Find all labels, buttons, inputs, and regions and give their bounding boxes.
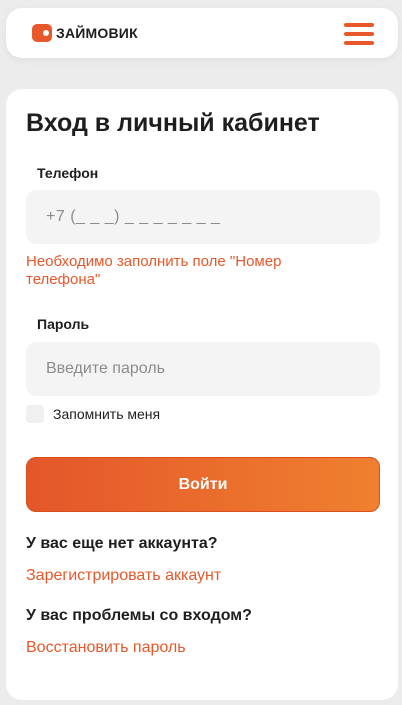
phone-mask: +7 (_ _ _) _ _ _ _ _ _ _ [46, 208, 221, 225]
phone-error-message: Необходимо заполнить поле "Номер телефон… [26, 253, 282, 288]
password-label: Пароль [37, 316, 90, 332]
login-card: Вход в личный кабинет Телефон +7 (_ _ _)… [6, 89, 398, 700]
restore-password-link[interactable]: Восстановить пароль [26, 639, 186, 657]
remember-checkbox[interactable] [26, 405, 44, 423]
menu-icon-line [344, 23, 374, 27]
site-header: ЗАЙМОВИК [6, 8, 398, 58]
login-problems-question: У вас проблемы со входом? [26, 607, 252, 624]
no-account-question: У вас еще нет аккаунта? [26, 535, 218, 552]
logo-icon [32, 24, 52, 42]
menu-icon[interactable] [344, 23, 374, 45]
menu-icon-line [344, 41, 374, 45]
phone-input[interactable]: +7 (_ _ _) _ _ _ _ _ _ _ [26, 190, 380, 244]
login-button[interactable]: Войти [26, 457, 380, 512]
logo[interactable]: ЗАЙМОВИК [32, 23, 138, 43]
password-input[interactable] [26, 342, 380, 396]
remember-me[interactable]: Запомнить меня [26, 405, 160, 423]
phone-label: Телефон [37, 165, 99, 181]
menu-icon-line [344, 32, 374, 36]
page-title: Вход в личный кабинет [26, 109, 320, 137]
logo-text: ЗАЙМОВИК [56, 25, 138, 41]
remember-label: Запомнить меня [53, 406, 161, 422]
register-link[interactable]: Зарегистрировать аккаунт [26, 567, 221, 585]
